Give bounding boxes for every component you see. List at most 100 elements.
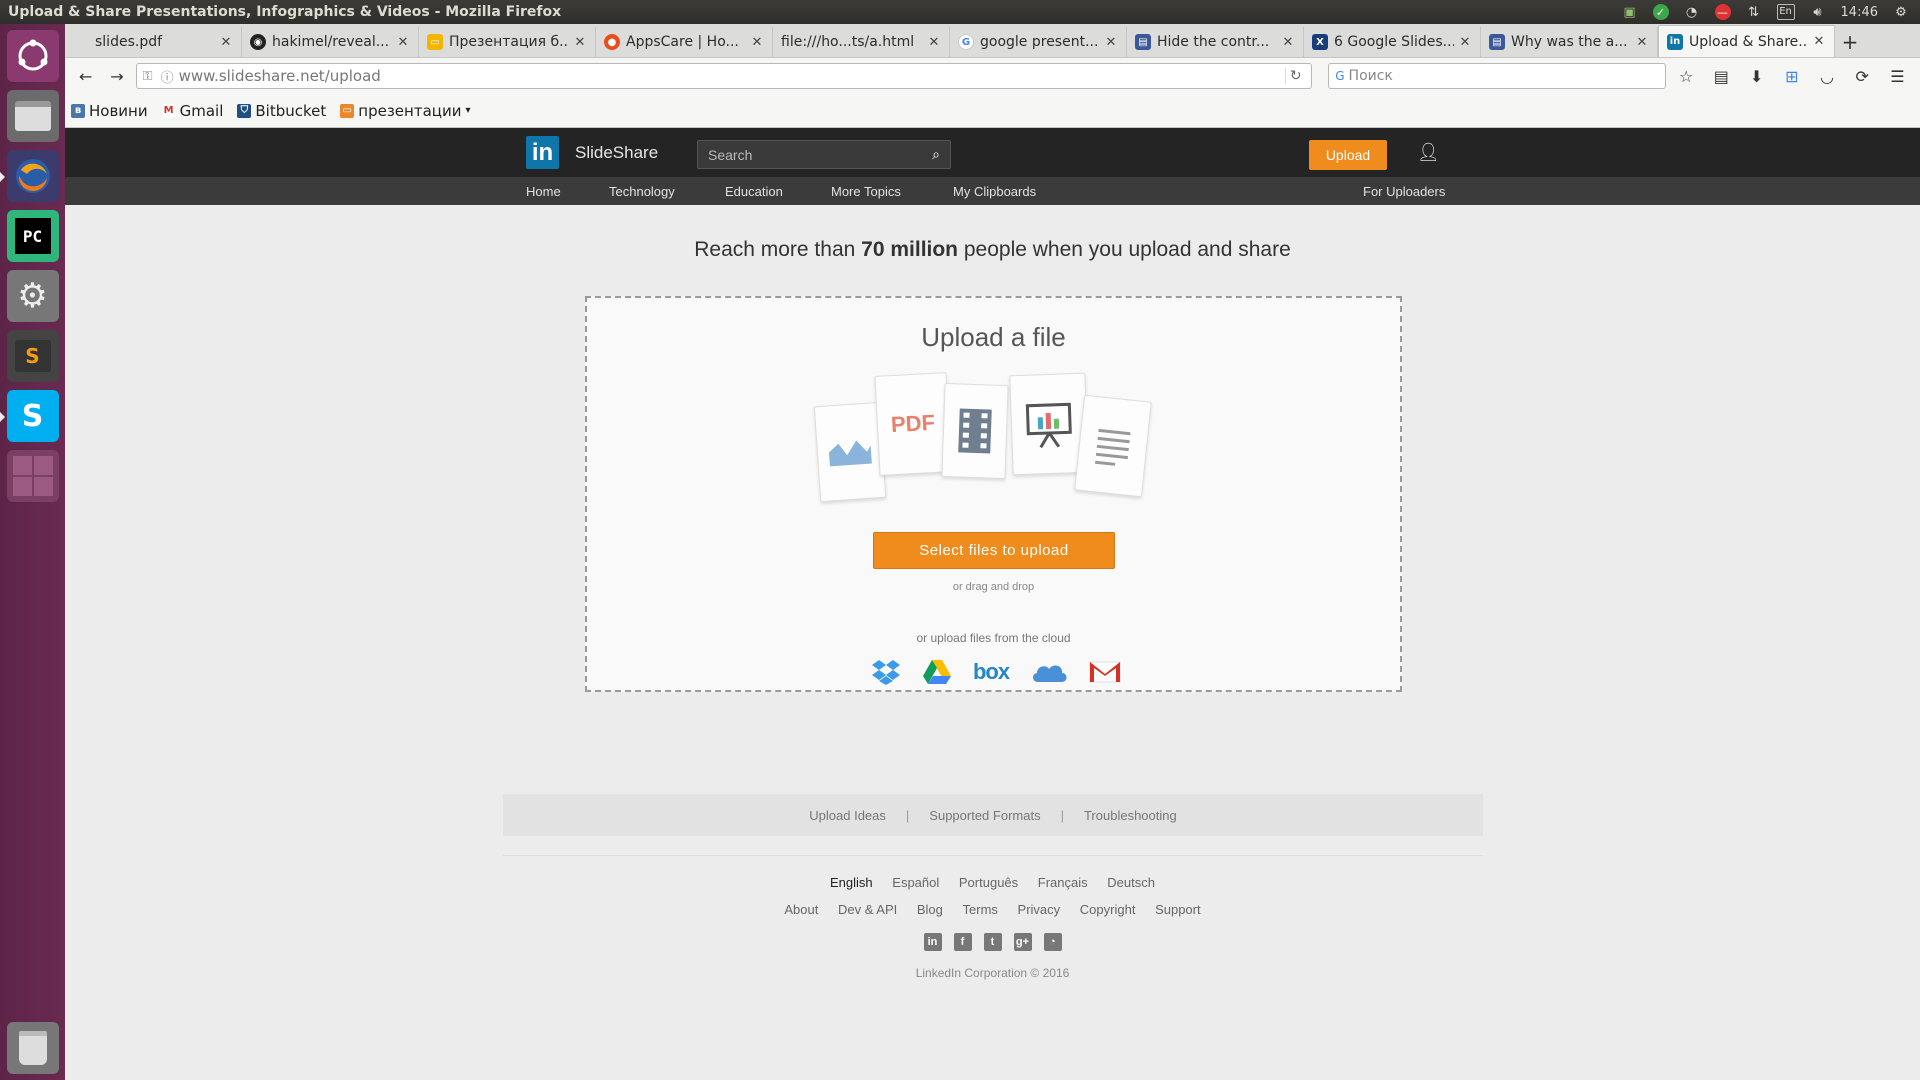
footer-dev-api[interactable]: Dev & API [838, 902, 897, 917]
facebook-icon[interactable]: f [953, 933, 972, 951]
google-drive-icon[interactable] [922, 658, 952, 686]
tab[interactable]: slides.pdf ✕ [65, 27, 242, 57]
trash-icon[interactable] [6, 1022, 59, 1074]
bookmarks-toolbar: в Новини M Gmail ⛉ Bitbucket ▭ презентации ▾ [65, 94, 1920, 128]
files-icon[interactable] [6, 90, 59, 142]
forward-button[interactable]: → [104, 63, 129, 89]
info-icon[interactable]: ⓘ [161, 67, 179, 86]
footer-terms[interactable]: Terms [963, 902, 998, 917]
close-icon[interactable]: ✕ [750, 35, 764, 50]
footer-copyright[interactable]: Copyright [1080, 902, 1136, 917]
close-icon[interactable]: ✕ [1812, 34, 1826, 49]
footer-about[interactable]: About [784, 902, 818, 917]
dropbox-icon[interactable] [871, 658, 901, 686]
nav-more-topics[interactable]: More Topics [831, 184, 901, 199]
twitter-icon[interactable]: t [983, 933, 1002, 951]
lang-portugues[interactable]: Português [959, 875, 1018, 890]
close-icon[interactable]: ✕ [1458, 35, 1472, 50]
sublime-text-icon[interactable]: S [6, 330, 59, 382]
clock[interactable]: 14:46 [1841, 5, 1878, 20]
workspace-switcher-icon[interactable] [6, 450, 59, 502]
reading-list-icon[interactable]: ▤ [1707, 63, 1736, 89]
translate-icon[interactable]: ⊞ [1777, 63, 1806, 89]
download-icon[interactable]: ⬇ [1742, 63, 1771, 89]
search-engine-icon[interactable]: G [1335, 69, 1344, 83]
bookmark-folder[interactable]: ▭ презентации ▾ [340, 102, 471, 120]
back-button[interactable]: ← [73, 63, 98, 89]
new-tab-button[interactable]: + [1835, 27, 1865, 57]
volume-icon[interactable]: 🔊︎ [1809, 3, 1827, 21]
lang-english[interactable]: English [830, 875, 873, 890]
tab[interactable]: ● AppsCare | Ho... ✕ [596, 27, 773, 57]
search-bar[interactable]: G Поиск [1328, 63, 1666, 89]
upload-dropzone[interactable]: Upload a file PDF Select files to upload… [585, 296, 1402, 692]
system-settings-icon[interactable]: ⚙ [6, 270, 59, 322]
close-icon[interactable]: ✕ [573, 35, 587, 50]
linkedin-icon[interactable]: in [923, 933, 942, 951]
upload-button[interactable]: Upload [1309, 140, 1387, 170]
wifi-icon[interactable]: ◔ [1683, 3, 1701, 21]
github-icon: ◉ [250, 34, 266, 50]
footer-support[interactable]: Support [1155, 902, 1201, 917]
bitbucket-icon: ⛉ [237, 103, 252, 118]
gmail-icon[interactable] [1089, 658, 1121, 686]
key-icon[interactable]: ⚿ [143, 69, 161, 84]
keyboard-layout-indicator[interactable]: En [1776, 4, 1795, 20]
tab[interactable]: ▤ Hide the contr... ✕ [1127, 27, 1304, 57]
nav-my-clipboards[interactable]: My Clipboards [953, 184, 1036, 199]
search-input[interactable]: Search ⌕ [697, 140, 951, 169]
bookmark-item[interactable]: M Gmail [161, 102, 223, 120]
rss-icon[interactable]: ◔ [1043, 933, 1062, 951]
check-icon[interactable]: ✓ [1652, 4, 1669, 20]
settings-gear-icon[interactable]: ⚙ [1892, 3, 1910, 21]
link-troubleshooting[interactable]: Troubleshooting [1084, 808, 1177, 823]
ubuntu-dash-icon[interactable] [6, 30, 59, 82]
sync-icon[interactable]: ⟳ [1848, 63, 1877, 89]
bookmark-item[interactable]: ⛉ Bitbucket [237, 102, 326, 120]
close-icon[interactable]: ✕ [1281, 35, 1295, 50]
tab[interactable]: ▤ Why was the a... ✕ [1481, 27, 1658, 57]
firefox-icon[interactable] [0, 150, 59, 202]
user-icon[interactable]: 👤︎ [1417, 142, 1440, 164]
slideshare-logo[interactable]: in SlideShare [526, 136, 658, 169]
network-icon[interactable]: ▣ [1621, 3, 1639, 21]
nav-education[interactable]: Education [725, 184, 783, 199]
nav-home[interactable]: Home [526, 184, 561, 199]
bookmark-star-icon[interactable]: ☆ [1672, 63, 1701, 89]
nav-for-uploaders[interactable]: For Uploaders [1363, 184, 1445, 199]
tab[interactable]: ▭ Презентация б... ✕ [419, 27, 596, 57]
link-supported-formats[interactable]: Supported Formats [929, 808, 1040, 823]
skype-icon[interactable]: S [0, 390, 59, 442]
footer-blog[interactable]: Blog [917, 902, 943, 917]
googleplus-icon[interactable]: g+ [1013, 933, 1032, 951]
tab[interactable]: ◉ hakimel/reveal... ✕ [242, 27, 419, 57]
pocket-icon[interactable]: ◡ [1812, 63, 1841, 89]
search-icon[interactable]: ⌕ [922, 146, 950, 163]
pycharm-icon[interactable]: PC [6, 210, 59, 262]
reload-icon[interactable]: ↻ [1285, 68, 1305, 84]
lang-deutsch[interactable]: Deutsch [1107, 875, 1155, 890]
lang-espanol[interactable]: Español [892, 875, 939, 890]
box-icon[interactable]: box [973, 658, 1010, 686]
url-bar[interactable]: ⚿ ⓘ www.slideshare.net/upload ↻ [135, 63, 1313, 89]
tab[interactable]: file:///ho...ts/a.html ✕ [773, 27, 950, 57]
nav-technology[interactable]: Technology [609, 184, 675, 199]
select-files-button[interactable]: Select files to upload [873, 532, 1115, 569]
tab[interactable]: Ggoogle present... ✕ [950, 27, 1127, 57]
stop-icon[interactable]: — [1714, 4, 1731, 20]
launcher: PC ⚙ S S [0, 24, 65, 1080]
close-icon[interactable]: ✕ [1635, 35, 1649, 50]
link-upload-ideas[interactable]: Upload Ideas [809, 808, 886, 823]
tab[interactable]: X6 Google Slides... ✕ [1304, 27, 1481, 57]
bookmark-item[interactable]: в Новини [71, 102, 148, 120]
lang-francais[interactable]: Français [1038, 875, 1088, 890]
transfer-icon[interactable]: ⇅ [1745, 3, 1763, 21]
close-icon[interactable]: ✕ [927, 35, 941, 50]
menu-icon[interactable]: ☰ [1883, 63, 1912, 89]
close-icon[interactable]: ✕ [1104, 35, 1118, 50]
tab-active[interactable]: in Upload & Share... ✕ [1658, 25, 1835, 57]
onedrive-icon[interactable] [1030, 658, 1068, 686]
footer-privacy[interactable]: Privacy [1018, 902, 1061, 917]
close-icon[interactable]: ✕ [396, 35, 410, 50]
close-icon[interactable]: ✕ [219, 35, 233, 50]
